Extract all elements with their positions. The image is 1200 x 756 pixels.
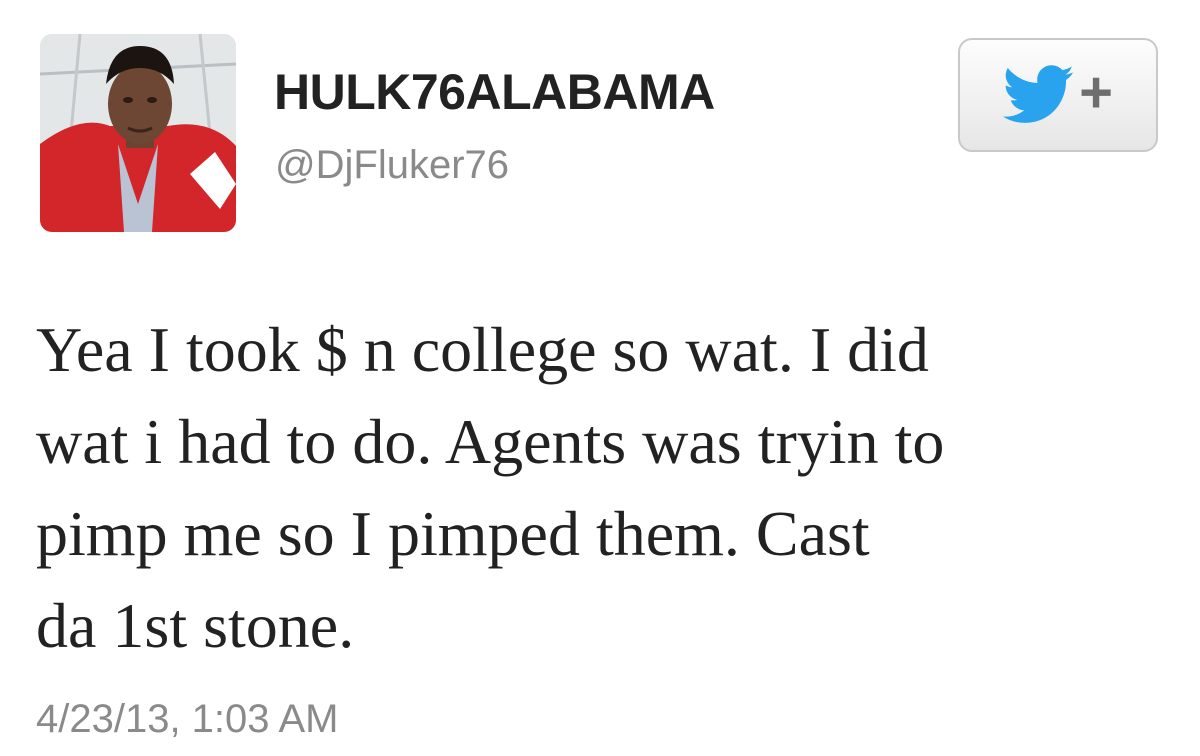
tweet-text: Yea I took $ n college so wat. I did wat… (36, 314, 945, 661)
tweet-timestamp[interactable]: 4/23/13, 1:03 AM (36, 694, 338, 744)
twitter-bird-icon (1003, 65, 1075, 125)
follow-button[interactable]: + (958, 38, 1158, 152)
user-handle[interactable]: @DjFluker76 (275, 140, 509, 190)
plus-icon: + (1079, 60, 1113, 125)
tweet-card: HULK76ALABAMA @DjFluker76 + Yea I took $… (0, 0, 1200, 756)
avatar[interactable] (40, 34, 236, 232)
display-name[interactable]: HULK76ALABAMA (274, 62, 715, 122)
